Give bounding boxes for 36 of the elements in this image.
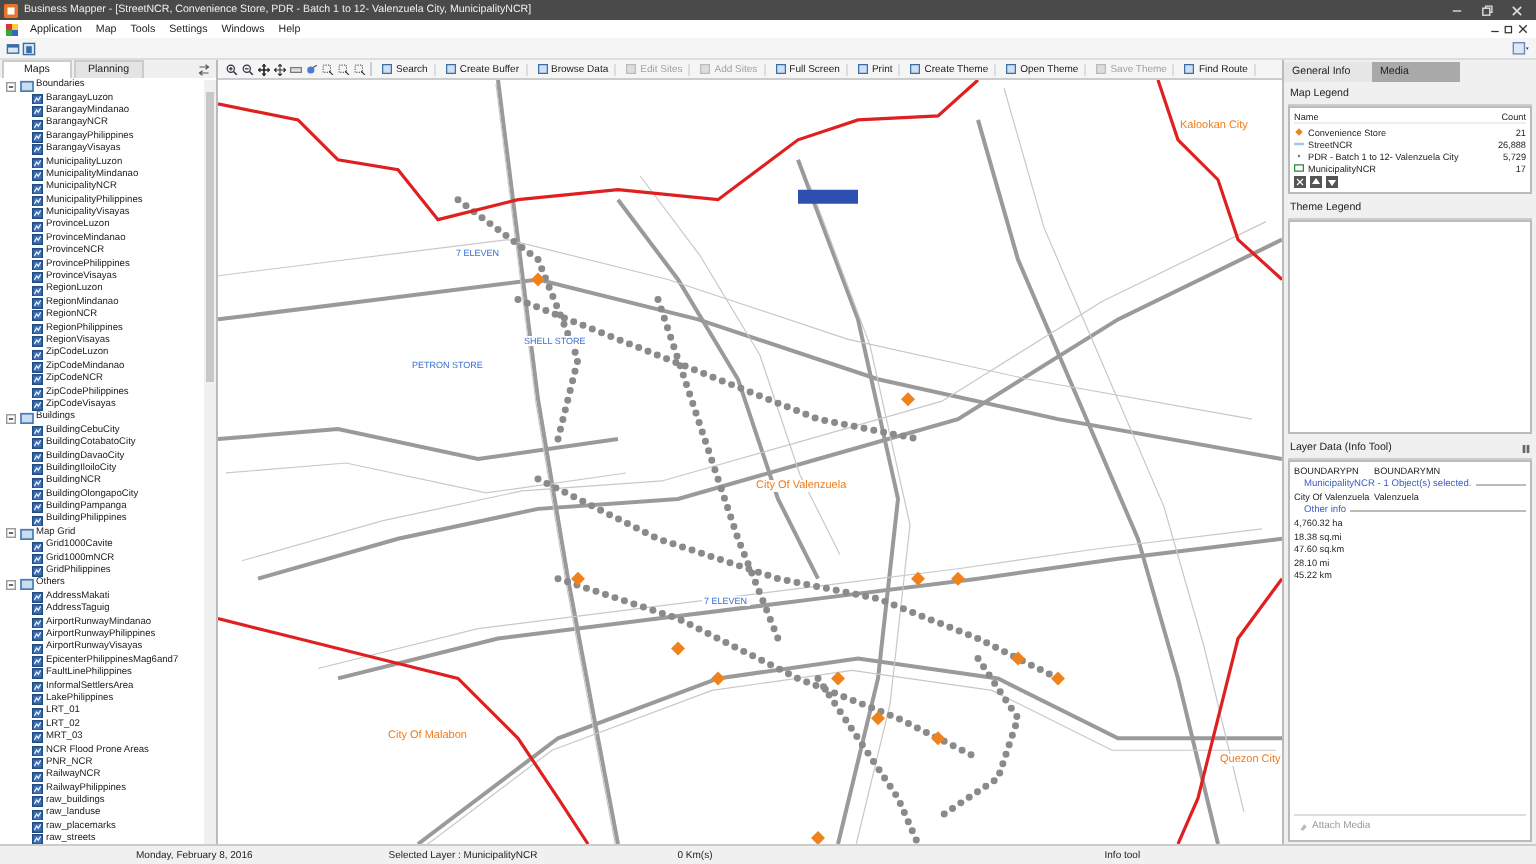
swap-icon[interactable] xyxy=(198,64,210,76)
collapse-icon[interactable] xyxy=(6,81,16,92)
layer-group-icon xyxy=(19,578,33,591)
square-icon xyxy=(1184,64,1195,74)
layer-group-icon xyxy=(19,80,33,93)
app-menu-icon[interactable] xyxy=(6,23,18,35)
move-up-icon[interactable] xyxy=(1310,176,1322,188)
square-icon xyxy=(775,64,786,74)
collapse-icon[interactable] xyxy=(6,413,16,424)
move-down-icon[interactable] xyxy=(1326,176,1338,188)
pause-icon[interactable] xyxy=(1522,443,1530,453)
close-icon[interactable] xyxy=(1518,24,1528,34)
zoom-out-icon[interactable] xyxy=(242,63,254,75)
remove-icon[interactable] xyxy=(1294,176,1306,188)
zoom-in-icon[interactable] xyxy=(226,63,238,75)
square-icon xyxy=(537,64,547,74)
square-icon xyxy=(626,64,637,74)
restore-icon[interactable] xyxy=(1504,24,1514,34)
select-poly-icon[interactable] xyxy=(354,63,366,75)
window-icon[interactable] xyxy=(6,41,20,55)
collapse-icon[interactable] xyxy=(6,528,16,539)
square-icon xyxy=(857,64,868,74)
layer-group-icon xyxy=(19,527,33,540)
square-icon xyxy=(910,64,921,74)
select-icon[interactable] xyxy=(322,63,334,75)
select-rect-icon[interactable] xyxy=(338,63,350,75)
square-icon xyxy=(382,64,392,74)
layer-group-icon xyxy=(19,412,33,425)
square-icon xyxy=(445,64,456,74)
layout-icon[interactable] xyxy=(22,41,36,55)
collapse-icon[interactable] xyxy=(6,579,16,590)
move-icon[interactable] xyxy=(274,63,286,75)
square-icon xyxy=(700,64,711,74)
square-icon xyxy=(1006,64,1017,74)
square-icon xyxy=(1096,64,1107,74)
pan-icon[interactable] xyxy=(258,63,270,75)
